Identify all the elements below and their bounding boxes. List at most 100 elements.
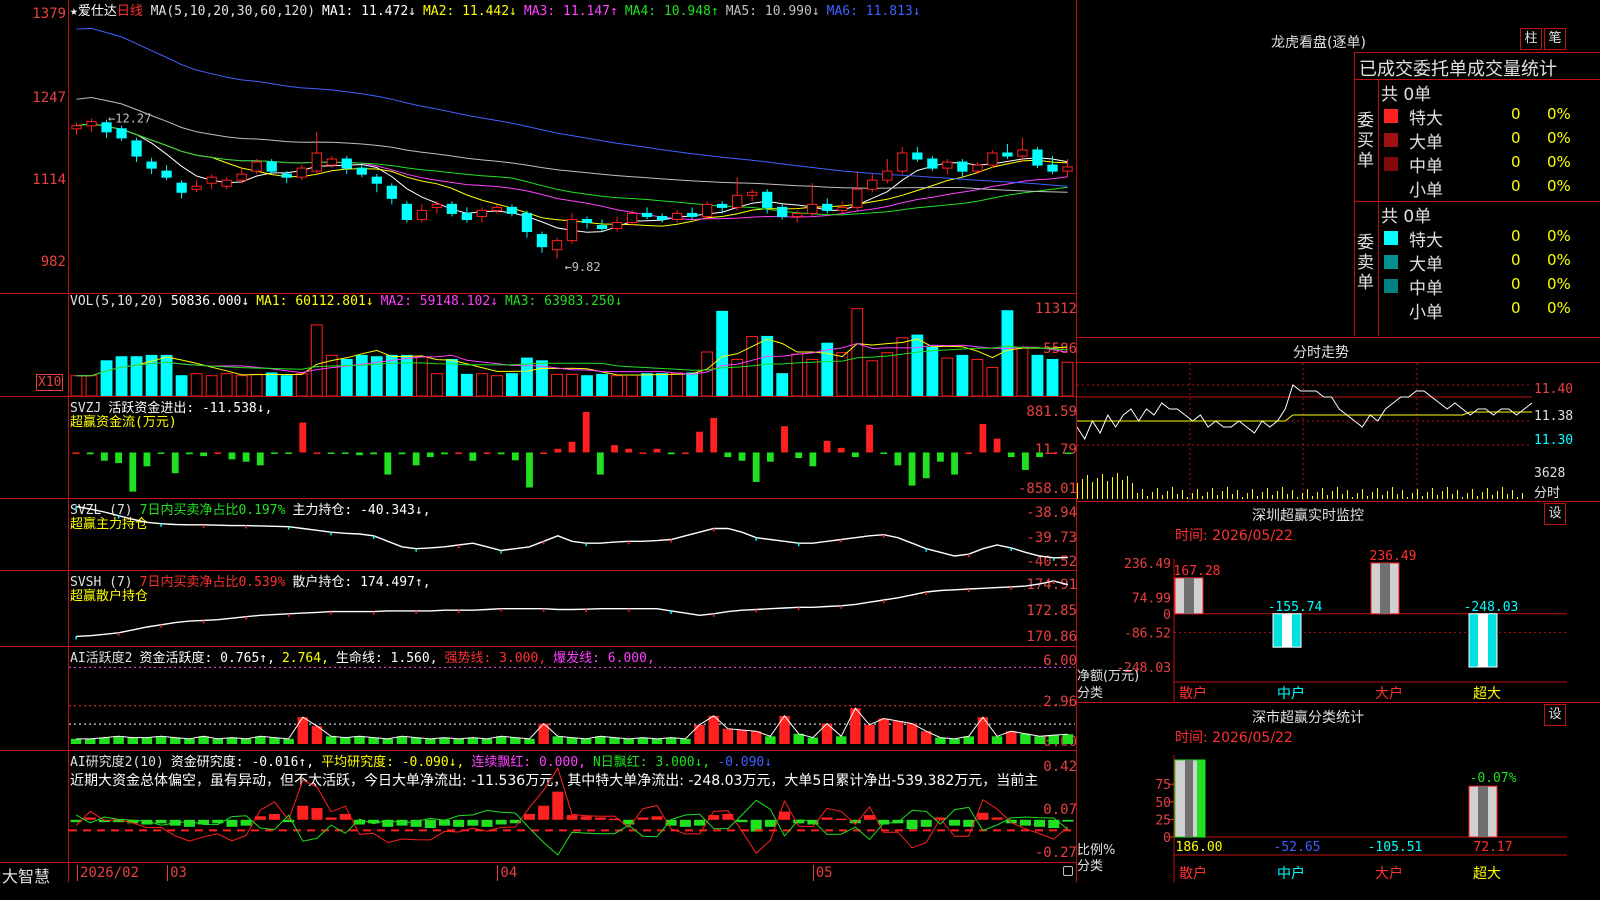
svzj-bar: [611, 445, 618, 453]
svzj-bar: [356, 452, 363, 456]
svzj-bar: [894, 452, 902, 466]
ai1-bar: [240, 738, 252, 744]
svzj-bar: [696, 431, 703, 453]
ai2-bar: [1034, 819, 1046, 827]
ai1-bar: [283, 738, 294, 744]
candle-body: [792, 212, 803, 217]
time-axis[interactable]: 大智慧 2026/02 03 04 05: [0, 863, 1077, 886]
intraday-volume-bar: [1357, 493, 1358, 499]
svzj-bar: [143, 452, 151, 467]
candle-body: [191, 185, 202, 190]
monitor-category: 大户: [1375, 685, 1403, 702]
svzj-bar: [469, 452, 477, 461]
ai1-bar: [850, 708, 861, 744]
intraday-volume-bar: [1197, 489, 1198, 499]
svzj-bar: [384, 452, 392, 475]
ai-activity-panel[interactable]: 6.00 2.96 0.00 AI活跃度2 资金活跃度: 0.765↑, 2.764…: [0, 647, 1077, 750]
bar-mode-button[interactable]: 柱: [1520, 28, 1542, 50]
ai2-bar: [693, 819, 706, 826]
tick-mode-button[interactable]: 笔: [1544, 28, 1566, 50]
candle-body: [176, 182, 187, 193]
class-bar-highlight: [1197, 760, 1205, 837]
svsh-panel[interactable]: 174.91 172.85 170.86 SVSH (7) 7日内买卖净占比0.5…: [0, 571, 1077, 646]
svzj-bar: [271, 452, 278, 454]
lock-icon[interactable]: [1063, 866, 1073, 876]
svzj-bar: [951, 452, 958, 475]
sell-order-pct: 0%: [1547, 299, 1571, 317]
svzj-bar: [851, 452, 859, 458]
volume-bar: [115, 356, 128, 396]
sell-order-name: 中单: [1409, 279, 1443, 299]
intraday-volume-bar: [1347, 490, 1348, 499]
candle-body: [927, 158, 938, 169]
intraday-volume-bar: [1097, 478, 1098, 499]
ai1-bar: [269, 737, 280, 744]
intraday-volume-bar: [1362, 489, 1363, 499]
class-y-label: 75: [1155, 778, 1171, 793]
svzl-panel[interactable]: -38.94 -39.73 -40.52 SVZL (7) 7日内买卖净占比0.1…: [0, 499, 1077, 570]
ai1-bar: [481, 738, 493, 744]
x-axis-label: 05: [812, 865, 833, 881]
ai1-bar: [1062, 734, 1074, 744]
candle-body: [251, 161, 262, 172]
svzj-bar: [526, 452, 533, 488]
sell-order-pct: 0%: [1547, 275, 1571, 293]
monitor-value-label: -155.74: [1268, 600, 1323, 615]
kline-panel[interactable]: 1379 1247 1114 982 ★爱仕达日线 MA(5,10,20,30,…: [0, 0, 1077, 293]
chart-area[interactable]: 1379 1247 1114 982 ★爱仕达日线 MA(5,10,20,30,…: [0, 0, 1077, 886]
volume-panel[interactable]: 11312 5586 X10 VOL(5,10,20) 50836.000↓ MA1…: [0, 294, 1077, 396]
volume-plot[interactable]: [69, 308, 1075, 396]
volume-bar: [491, 375, 503, 396]
volume-bar: [656, 373, 668, 396]
svzj-bar: [313, 452, 321, 454]
class-value-label: 186.00: [1176, 840, 1223, 855]
volume-bar: [866, 360, 879, 396]
monitor-plot[interactable]: 236.49 74.990 -86.52 -248.03 167.28 散户 -155.74…: [1077, 543, 1600, 702]
kline-y-label: 982: [40, 254, 66, 270]
candle-body: [1017, 149, 1028, 157]
ai-research-panel[interactable]: 0.42 0.07 -0.27 AI研究度2(10) 资金研究度: -0.016↑…: [0, 751, 1077, 862]
monitor-y-label: 74.99: [1132, 592, 1171, 607]
ai2-plot[interactable]: [69, 751, 1075, 862]
ai2-bar: [240, 819, 252, 826]
monitor-chart[interactable]: 时间: 2026/05/22 236.49 74.99 0 -86.52 -248.03…: [1077, 525, 1600, 702]
buy-order-count: 0: [1511, 105, 1521, 123]
ai2-bar: [594, 817, 606, 820]
svzj-bar: [214, 452, 222, 454]
intraday-volume-bar: [1242, 497, 1243, 499]
candle-body: [1002, 152, 1013, 157]
svzj-bar: [86, 452, 94, 455]
monitor-settings-button[interactable]: 设: [1544, 503, 1566, 525]
ai1-bar: [736, 729, 748, 744]
ai1-bar: [595, 736, 606, 744]
svzl-plot[interactable]: [69, 499, 1075, 570]
candle-body: [822, 203, 833, 211]
intraday-volume-bar: [1152, 492, 1153, 499]
ai1-bar: [991, 736, 1003, 744]
svzj-plot[interactable]: [69, 397, 1075, 498]
ai1-bar: [382, 738, 394, 744]
svzj-bar: [837, 447, 845, 453]
intraday-plot[interactable]: [1077, 363, 1532, 501]
intraday-chart[interactable]: 11.40 11.38 11.30 3628 分时: [1077, 363, 1600, 501]
ai1-bar: [155, 736, 167, 744]
kline-plot[interactable]: ←12.27 ←9.82: [69, 14, 1075, 292]
svzj-bar: [483, 452, 491, 454]
class-settings-button[interactable]: 设: [1544, 704, 1566, 726]
volume-bar: [250, 373, 263, 396]
ai1-plot[interactable]: [69, 647, 1075, 750]
intraday-volume-bar: [1352, 497, 1353, 499]
intraday-title: 分时走势: [1293, 345, 1349, 361]
class-plot[interactable]: 75 50 25 0 -0.07% 186.00 散户 -52.65 中户 -105.51 大户 72…: [1077, 745, 1600, 882]
ai2-bar: [297, 805, 309, 820]
class-chart[interactable]: 时间: 2026/05/22 75 50 25 0 -0.07% 186.00 散户 -52.…: [1077, 727, 1600, 882]
svzj-bar: [710, 417, 718, 453]
svzj-panel[interactable]: 881.59 11.79 -858.01 SVZJ 活跃资金进出: -11.538…: [0, 397, 1077, 498]
class-axis-label: 分类: [1077, 859, 1104, 874]
volume-bar: [581, 375, 593, 396]
right-sidebar: 龙虎看盘(逐单) 柱 笔 已成交委托单成交量统计 委买单 委卖单 共 0单 特大…: [1077, 0, 1600, 900]
candle-body: [762, 191, 773, 208]
svsh-plot[interactable]: [69, 571, 1075, 646]
candle-body: [506, 206, 518, 214]
svzj-bar: [129, 452, 137, 492]
